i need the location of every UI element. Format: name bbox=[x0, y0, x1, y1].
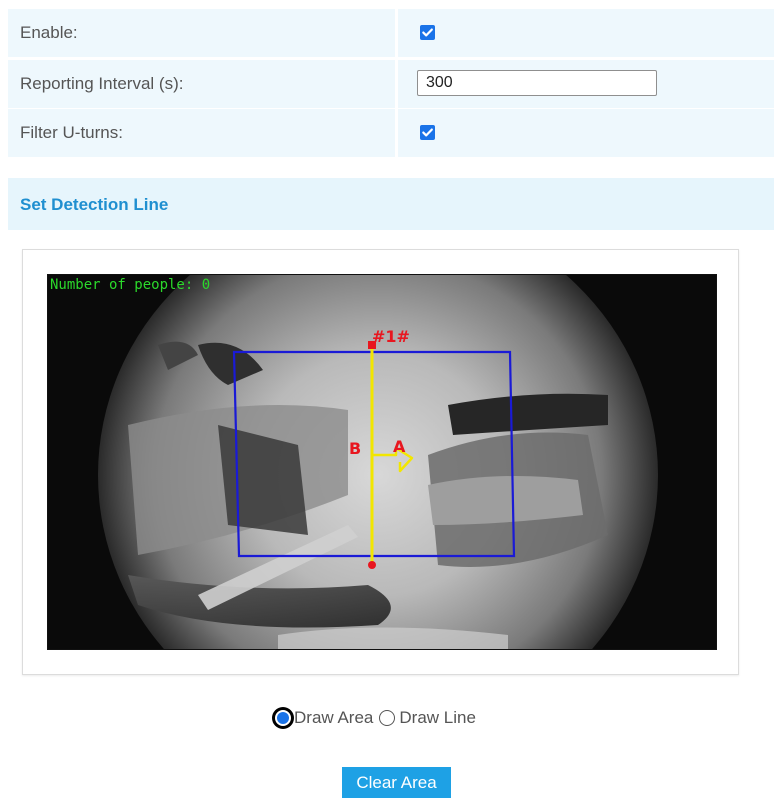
people-count-overlay: Number of people: 0 bbox=[50, 277, 211, 293]
draw-area-label[interactable]: Draw Area bbox=[294, 708, 373, 728]
draw-area-radio[interactable] bbox=[272, 707, 294, 729]
section-title: Set Detection Line bbox=[20, 195, 169, 214]
side-b-label: B bbox=[349, 439, 362, 458]
line-endpoint-bottom bbox=[368, 561, 376, 569]
filter-uturns-label: Filter U-turns: bbox=[20, 123, 123, 142]
reporting-interval-label: Reporting Interval (s): bbox=[20, 74, 184, 93]
checkmark-icon bbox=[422, 128, 433, 137]
draw-line-label[interactable]: Draw Line bbox=[399, 708, 476, 728]
row-divider bbox=[395, 60, 398, 108]
draw-line-radio[interactable] bbox=[379, 710, 396, 726]
row-divider bbox=[395, 109, 398, 157]
enable-row: Enable: bbox=[8, 9, 774, 57]
line-id-label: #1# bbox=[372, 327, 410, 346]
reporting-interval-row: Reporting Interval (s): bbox=[8, 60, 774, 108]
reporting-interval-input[interactable] bbox=[417, 70, 657, 96]
draw-mode-group: Draw Area Draw Line bbox=[272, 705, 476, 731]
enable-checkbox[interactable] bbox=[420, 25, 435, 40]
clear-area-button[interactable]: Clear Area bbox=[342, 767, 451, 798]
filter-uturns-checkbox[interactable] bbox=[420, 125, 435, 140]
detection-line-header: Set Detection Line bbox=[8, 178, 774, 230]
checkmark-icon bbox=[422, 28, 433, 37]
filter-uturns-row: Filter U-turns: bbox=[8, 109, 774, 157]
side-a-label: A bbox=[393, 437, 406, 456]
row-divider bbox=[395, 9, 398, 57]
enable-label: Enable: bbox=[20, 23, 78, 42]
video-panel: Number of people: 0 #1# B A bbox=[22, 249, 739, 675]
camera-preview[interactable]: Number of people: 0 #1# B A bbox=[47, 274, 717, 650]
